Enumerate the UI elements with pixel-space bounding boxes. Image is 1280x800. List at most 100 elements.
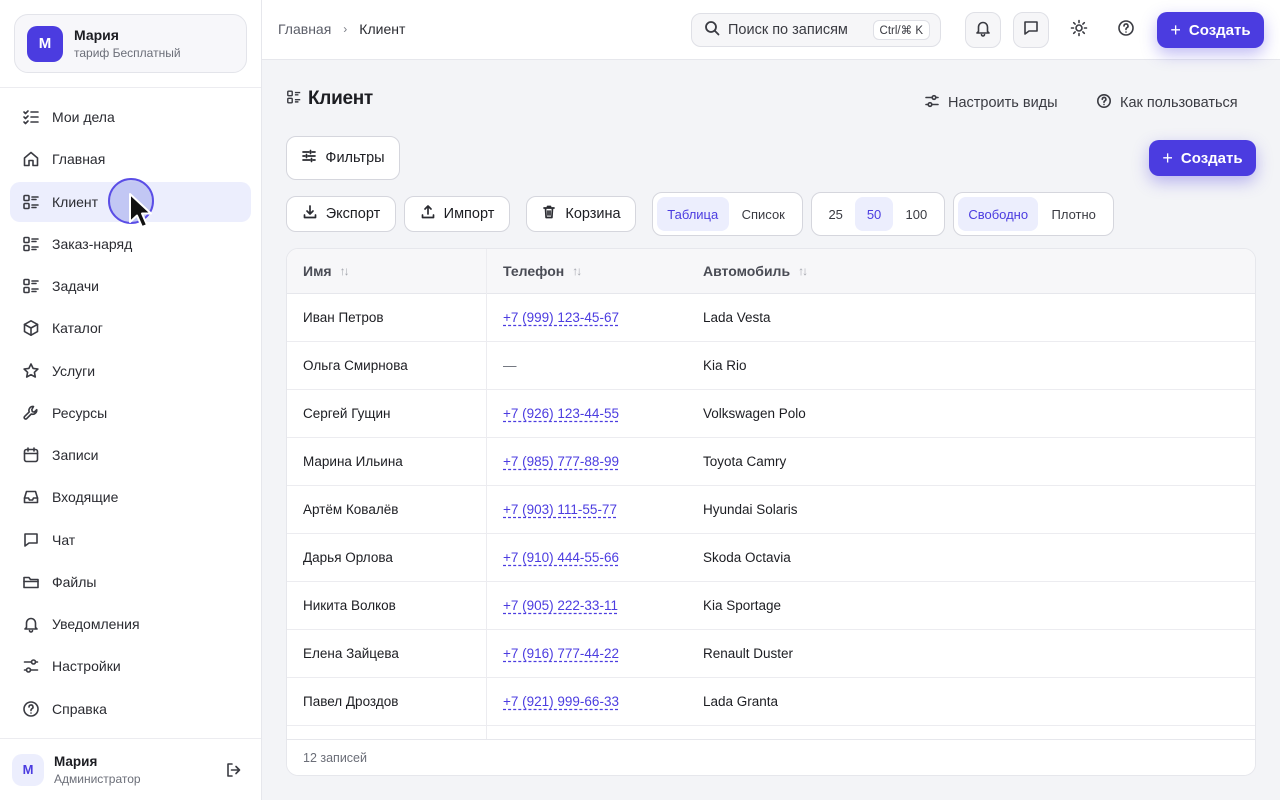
cell-phone-link[interactable]: +7 (905) 222-33-11 <box>503 598 618 613</box>
sidebar-item-settings[interactable]: Настройки <box>10 646 251 686</box>
how-to-use-link[interactable]: Как пользоваться <box>1096 93 1238 113</box>
trash-button[interactable]: Корзина <box>526 196 636 232</box>
page-size-25[interactable]: 25 <box>816 197 855 231</box>
notifications-button[interactable] <box>965 12 1001 48</box>
upload-icon <box>420 204 444 224</box>
theme-toggle-button[interactable] <box>1061 12 1097 48</box>
bell-icon <box>974 19 992 42</box>
table-row[interactable]: Сергей Гущин +7 (926) 123-44-55 Volkswagen… <box>287 390 1255 438</box>
sidebar-item-catalog[interactable]: Каталог <box>10 308 251 348</box>
density-toggle: Свободно Плотно <box>953 192 1114 236</box>
sidebar-item-chat[interactable]: Чат <box>10 520 251 560</box>
cell-name: Артём Ковалёв <box>303 502 399 517</box>
cell-phone-link[interactable]: +7 (921) 999-66-33 <box>503 694 619 709</box>
page-size-100[interactable]: 100 <box>893 197 940 231</box>
help-button[interactable] <box>1108 12 1144 48</box>
sidebar-item-files[interactable]: Файлы <box>10 562 251 602</box>
chat-button[interactable] <box>1013 12 1049 48</box>
table-row[interactable]: Дарья Орлова +7 (910) 444-55-66 Skoda Octa… <box>287 534 1255 582</box>
cell-phone-empty: — <box>503 358 517 373</box>
checklist-icon <box>22 108 40 126</box>
account-plan: тариф Бесплатный <box>74 46 181 60</box>
sidebar-item-label: Услуги <box>52 362 96 379</box>
cell-phone-link[interactable]: +7 (985) 777-88-99 <box>503 454 619 469</box>
cell-car: Lada Vesta <box>703 310 771 325</box>
cell-name: Елена Зайцева <box>303 646 399 661</box>
sidebar-item-tasks[interactable]: Задачи <box>10 266 251 306</box>
import-label: Импорт <box>443 206 495 222</box>
trash-icon <box>541 204 565 224</box>
user-name: Мария <box>54 753 98 769</box>
bell-icon <box>22 615 40 633</box>
table-row[interactable]: Ольга Смирнова — Kia Rio <box>287 342 1255 390</box>
filters-button[interactable]: Фильтры <box>286 136 400 180</box>
breadcrumb-home[interactable]: Главная <box>278 21 331 37</box>
account-avatar: М <box>27 25 63 62</box>
sidebar-item-resources[interactable]: Ресурсы <box>10 393 251 433</box>
table-row[interactable]: Елена Зайцева +7 (916) 777-44-22 Renault D… <box>287 630 1255 678</box>
calendar-icon <box>22 446 40 464</box>
column-header-car[interactable]: Автомобиль ↑↓ <box>703 263 808 279</box>
help-icon <box>1117 19 1135 42</box>
create-label: Создать <box>1188 21 1251 39</box>
plus-icon: + <box>1170 20 1181 40</box>
table-row[interactable]: Артём Ковалёв +7 (903) 111-55-77 Hyundai S… <box>287 486 1255 534</box>
sidebar-item-inbox[interactable]: Входящие <box>10 477 251 517</box>
sidebar-item-label: Настройки <box>52 658 121 675</box>
density-option-compact[interactable]: Плотно <box>1038 197 1109 231</box>
sidebar-item-label: Ресурсы <box>52 404 108 421</box>
sidebar-item-my-tasks[interactable]: Мои дела <box>10 97 251 137</box>
configure-views-link[interactable]: Настроить виды <box>924 93 1058 113</box>
sidebar-item-label: Справка <box>52 700 107 717</box>
density-option-loose[interactable]: Свободно <box>958 197 1039 231</box>
sidebar-item-services[interactable]: Услуги <box>10 351 251 391</box>
cell-phone-link[interactable]: +7 (903) 111-55-77 <box>503 502 617 517</box>
cell-phone-link[interactable]: +7 (999) 123-45-67 <box>503 310 619 325</box>
view-option-table[interactable]: Таблица <box>657 197 729 231</box>
cell-phone-link[interactable]: +7 (926) 123-44-55 <box>503 406 619 421</box>
cell-phone-link[interactable]: +7 (910) 444-55-66 <box>503 550 619 565</box>
user-panel: М Мария Администратор <box>0 738 261 800</box>
box-icon <box>22 319 40 337</box>
account-switcher[interactable]: М Мария тариф Бесплатный <box>14 14 247 73</box>
sidebar-item-home[interactable]: Главная <box>10 139 251 179</box>
cell-car: Skoda Octavia <box>703 550 791 565</box>
create-button-top[interactable]: + Создать <box>1157 12 1264 48</box>
sidebar-item-label: Мои дела <box>52 109 115 125</box>
cell-name: Никита Волков <box>303 598 396 613</box>
import-button[interactable]: Импорт <box>404 196 510 232</box>
cell-car: Toyota Camry <box>703 454 787 469</box>
sort-icon: ↑↓ <box>572 264 582 278</box>
sidebar-item-help[interactable]: Справка <box>10 689 251 729</box>
column-header-name[interactable]: Имя ↑↓ <box>303 263 350 279</box>
table-row[interactable]: Павел Дроздов +7 (921) 999-66-33 Lada Gran… <box>287 678 1255 726</box>
sidebar-item-notifications[interactable]: Уведомления <box>10 604 251 644</box>
export-button[interactable]: Экспорт <box>286 196 396 232</box>
table-row[interactable]: Марина Ильина +7 (985) 777-88-99 Toyota Ca… <box>287 438 1255 486</box>
sidebar: М Мария тариф Бесплатный Мои дела Главна… <box>0 0 262 800</box>
search-icon <box>704 20 720 41</box>
table-row[interactable]: Никита Волков +7 (905) 222-33-11 Kia Sport… <box>287 582 1255 630</box>
cell-car: Kia Rio <box>703 358 747 373</box>
search-input[interactable]: Поиск по записям Ctrl/⌘ K <box>691 13 941 47</box>
how-to-use-label: Как пользоваться <box>1120 95 1238 111</box>
table-footer: 12 записей <box>287 739 1255 775</box>
sidebar-item-label: Чат <box>52 531 76 548</box>
column-header-phone[interactable]: Телефон ↑↓ <box>503 263 582 279</box>
cell-phone-link[interactable]: +7 (916) 777-44-22 <box>503 646 619 661</box>
view-option-list[interactable]: Список <box>729 197 799 231</box>
view-mode-toggle: Таблица Список <box>652 192 803 236</box>
cell-name: Иван Петров <box>303 310 384 325</box>
sidebar-item-records[interactable]: Записи <box>10 435 251 475</box>
logout-icon[interactable] <box>225 761 243 779</box>
plus-icon: + <box>1162 148 1173 168</box>
avatar[interactable]: М <box>12 753 44 786</box>
create-button[interactable]: + Создать <box>1149 140 1256 176</box>
user-role: Администратор <box>54 771 141 786</box>
list-icon <box>286 89 302 110</box>
export-label: Экспорт <box>325 206 381 222</box>
search-placeholder: Поиск по записям <box>728 22 848 38</box>
table-row[interactable]: Иван Петров +7 (999) 123-45-67 Lada Vesta <box>287 294 1255 342</box>
sidebar-item-label: Записи <box>52 447 99 463</box>
page-size-50[interactable]: 50 <box>855 197 893 231</box>
